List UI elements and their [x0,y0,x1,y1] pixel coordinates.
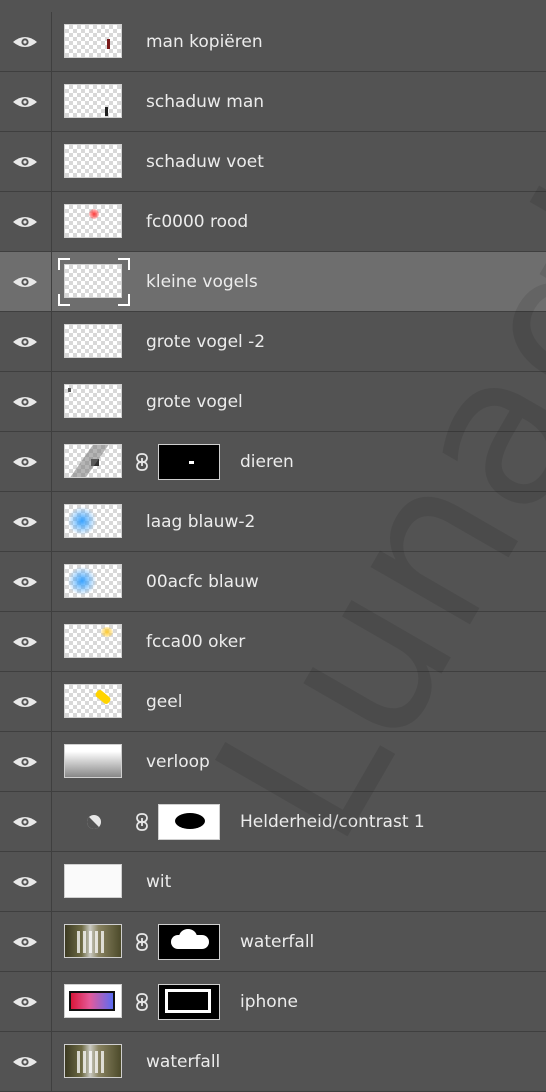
layer-row[interactable]: waterfall [0,1032,546,1092]
layer-thumbnail[interactable] [64,384,122,418]
visibility-toggle[interactable] [0,972,52,1031]
layer-row[interactable]: grote vogel [0,372,546,432]
adjustment-layer-icon [87,814,101,829]
layer-thumbnail[interactable] [64,144,122,178]
layer-row[interactable]: schaduw voet [0,132,546,192]
visibility-toggle[interactable] [0,492,52,551]
visibility-toggle[interactable] [0,732,52,791]
layer-name[interactable]: schaduw voet [146,152,264,172]
layer-name[interactable]: man kopiëren [146,32,263,52]
selection-frame [58,258,130,306]
visibility-toggle[interactable] [0,12,52,71]
layer-thumbnail[interactable] [64,984,122,1018]
layer-thumbnail[interactable] [64,684,122,718]
layer-thumbnail[interactable] [64,444,122,478]
visibility-toggle[interactable] [0,132,52,191]
layer-row[interactable]: geel [0,672,546,732]
layer-thumbnail[interactable] [64,504,122,538]
layer-name[interactable]: Helderheid/contrast 1 [240,812,425,832]
layer-row[interactable]: schaduw man [0,72,546,132]
layer-row[interactable]: grote vogel -2 [0,312,546,372]
visibility-toggle[interactable] [0,192,52,251]
layer-mask-thumbnail[interactable] [158,924,220,960]
layer-thumbnail[interactable] [64,864,122,898]
visibility-toggle[interactable] [0,1032,52,1091]
layer-row[interactable]: verloop [0,732,546,792]
layer-name[interactable]: dieren [240,452,294,472]
layer-thumbnail[interactable] [64,84,122,118]
visibility-toggle[interactable] [0,852,52,911]
layer-thumbnail[interactable] [64,744,122,778]
layer-mask-thumbnail[interactable] [158,984,220,1020]
layer-name[interactable]: iphone [240,992,298,1012]
visibility-toggle[interactable] [0,252,52,311]
layer-name[interactable]: 00acfc blauw [146,572,259,592]
layer-name[interactable]: geel [146,692,182,712]
layer-name[interactable]: kleine vogels [146,272,258,292]
layer-name[interactable]: verloop [146,752,210,772]
layer-thumbnail[interactable] [64,1044,122,1078]
layer-row[interactable]: 00acfc blauw [0,552,546,612]
layer-name[interactable]: fc0000 rood [146,212,248,232]
layer-name[interactable]: laag blauw-2 [146,512,255,532]
layer-row[interactable]: fc0000 rood [0,192,546,252]
visibility-toggle[interactable] [0,432,52,491]
visibility-toggle[interactable] [0,312,52,371]
layer-thumbnail[interactable] [64,324,122,358]
layer-name[interactable]: schaduw man [146,92,264,112]
layer-thumbnail[interactable] [64,24,122,58]
layer-name[interactable]: fcca00 oker [146,632,245,652]
layer-thumbnail[interactable] [64,924,122,958]
layer-row[interactable]: dieren [0,432,546,492]
visibility-toggle[interactable] [0,552,52,611]
layer-name[interactable]: waterfall [146,1052,220,1072]
layer-mask-thumbnail[interactable] [158,444,220,480]
layer-mask-thumbnail[interactable] [158,804,220,840]
layer-row[interactable]: iphone [0,972,546,1032]
layer-row[interactable]: fcca00 oker [0,612,546,672]
layer-row[interactable]: wit [0,852,546,912]
visibility-toggle[interactable] [0,72,52,131]
layer-thumbnail[interactable] [64,624,122,658]
visibility-toggle[interactable] [0,912,52,971]
visibility-toggle[interactable] [0,612,52,671]
layer-row[interactable]: Helderheid/contrast 1 [0,792,546,852]
visibility-toggle[interactable] [0,672,52,731]
layer-row[interactable]: man kopiëren [0,12,546,72]
layer-row[interactable]: kleine vogels [0,252,546,312]
visibility-toggle[interactable] [0,792,52,851]
layer-name[interactable]: wit [146,872,171,892]
visibility-toggle[interactable] [0,372,52,431]
layer-name[interactable]: grote vogel -2 [146,332,265,352]
layer-thumbnail[interactable] [64,204,122,238]
layer-thumbnail[interactable] [64,564,122,598]
layer-name[interactable]: waterfall [240,932,314,952]
layer-name[interactable]: grote vogel [146,392,243,412]
layer-row[interactable]: waterfall [0,912,546,972]
layers-panel: man kopiëren schaduw man schaduw voet fc000… [0,0,546,1092]
layer-row[interactable]: laag blauw-2 [0,492,546,552]
